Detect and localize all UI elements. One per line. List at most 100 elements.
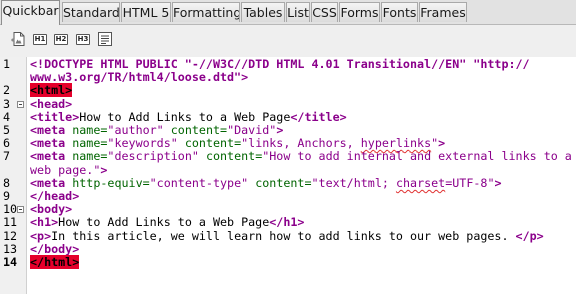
tab-list[interactable]: List [286,2,310,22]
fold-toggle-icon[interactable] [17,206,24,214]
code-line[interactable]: 10 <body> [0,203,576,216]
highlighted-tag: </html> [30,255,80,269]
code-text: <meta name="description" content="How to… [30,150,572,163]
code-token: <head> [30,96,73,111]
code-line[interactable]: 12 <p>In this article, we will learn how … [0,228,576,243]
code-token: name= [72,136,108,151]
code-token: </p> [515,228,544,243]
code-line[interactable]: 6 <meta name="keywords" content="links, A… [0,137,576,150]
code-editor[interactable]: 1 <!DOCTYPE HTML PUBLIC "-//W3C//DTD HTML… [0,57,576,294]
code-line[interactable]: 14 </html> [0,255,576,269]
tab-forms[interactable]: Forms [339,2,380,22]
code-token: > [276,123,284,137]
toolbar-tab-bar: Quickbar Standard HTML 5 Formatting Tabl… [0,0,576,25]
line-number: 5 [3,123,11,137]
code-text: www.w3.org/TR/html4/loose.dtd"> [30,71,248,84]
line-number: 2 [3,83,11,98]
code-line[interactable]: 9 </head> [0,190,576,203]
code-token: </h1> [269,215,305,230]
code-text: <p>In this article, we will learn how to… [30,228,544,243]
highlighted-tag: <html> [30,83,73,98]
code-text: <body> [30,203,72,216]
code-token: "How to add internal and external links … [262,149,572,164]
code-token: http-equiv= [72,175,150,190]
line-number: 14 [3,255,18,269]
code-token: <meta [30,123,73,137]
tab-quickbar[interactable]: Quickbar [1,0,60,25]
code-token: "content-type" [149,175,256,190]
code-line[interactable]: 3 <head> [0,96,576,111]
code-line[interactable]: 13 </body> [0,241,576,256]
code-line[interactable]: 4 <title>How to Add Links to a Web Page</… [0,109,576,124]
code-token: <meta [30,175,73,190]
code-text: <title>How to Add Links to a Web Page</t… [30,109,347,124]
code-token: <title> [30,109,80,124]
quickstart-button[interactable] [10,30,28,48]
code-text: <meta name="keywords" content="links, An… [30,137,445,150]
heading-2-button[interactable]: H2 [52,30,70,48]
h3-icon: H3 [76,33,90,45]
code-line[interactable]: web page."> [0,162,576,177]
tab-html5[interactable]: HTML 5 [121,2,171,22]
line-number: 7 [3,149,11,164]
code-token: <body> [30,202,73,217]
code-text: <html> [30,83,73,98]
code-token: In this article, we will learn how to ad… [51,228,516,243]
code-token: > [438,136,446,151]
line-number: 1 [3,57,11,71]
code-token: > [494,175,502,190]
paragraph-button[interactable] [96,30,114,48]
h1-icon: H1 [33,33,47,45]
code-token: <h1> [30,215,59,230]
code-line[interactable]: 1 <!DOCTYPE HTML PUBLIC "-//W3C//DTD HTML… [0,58,576,71]
code-text: </html> [30,255,80,269]
code-token: </title> [290,109,347,124]
code-token: content= [170,123,228,137]
code-text: </head> [30,190,79,203]
line-number: 13 [3,241,18,256]
heading-1-button[interactable]: H1 [31,30,49,48]
code-text: <meta http-equiv="content-type" content=… [30,175,502,190]
tab-tables[interactable]: Tables [241,2,285,22]
line-number: 12 [3,228,18,243]
code-line[interactable]: 8 <meta http-equiv="content-type" content… [0,175,576,190]
line-number: 11 [3,215,18,230]
fold-toggle-icon[interactable] [17,100,24,108]
tab-css[interactable]: CSS [311,2,338,22]
line-number: 6 [3,136,11,151]
code-text: web page."> [30,162,108,177]
code-line[interactable]: 5 <meta name="author" content="David"> [0,124,576,137]
paragraph-icon [98,32,112,46]
code-token: charset [395,175,446,190]
code-token: web page." [30,162,101,177]
code-token: "description" [107,149,206,164]
code-text: </body> [30,241,80,256]
code-token: "text/html; [311,175,396,190]
code-line[interactable]: www.w3.org/TR/html4/loose.dtd"> [0,71,576,84]
code-token: > [100,162,108,177]
code-text: <head> [30,96,73,111]
line-number: 8 [3,175,11,190]
code-text: <meta name="author" content="David"> [30,124,283,137]
code-token: content= [255,175,312,190]
code-line[interactable]: 2 <html> [0,83,576,98]
code-text: <h1>How to Add Links to a Web Page</h1> [30,216,304,229]
tab-frames[interactable]: Frames [419,2,467,22]
new-document-icon [11,32,25,46]
code-token: </body> [30,241,80,256]
code-token: How to Add Links to a Web Page [79,109,291,124]
code-token: How to Add Links to a Web Page [58,215,270,230]
code-line[interactable]: 7 <meta name="description" content="How t… [0,150,576,163]
tab-fonts[interactable]: Fonts [381,2,418,22]
code-token: "David" [227,123,277,137]
code-token: <meta [30,136,73,151]
code-token: name= [72,149,108,164]
heading-3-button[interactable]: H3 [74,30,92,48]
code-line[interactable]: 11 <h1>How to Add Links to a Web Page</h1… [0,216,576,229]
code-token: "keywords" [107,136,185,151]
code-token: "links, Anchors, [241,136,361,151]
line-number: 4 [3,109,11,124]
tab-standard[interactable]: Standard [62,2,120,22]
code-token: </head> [30,189,80,203]
tab-formatting[interactable]: Formatting [172,2,240,22]
